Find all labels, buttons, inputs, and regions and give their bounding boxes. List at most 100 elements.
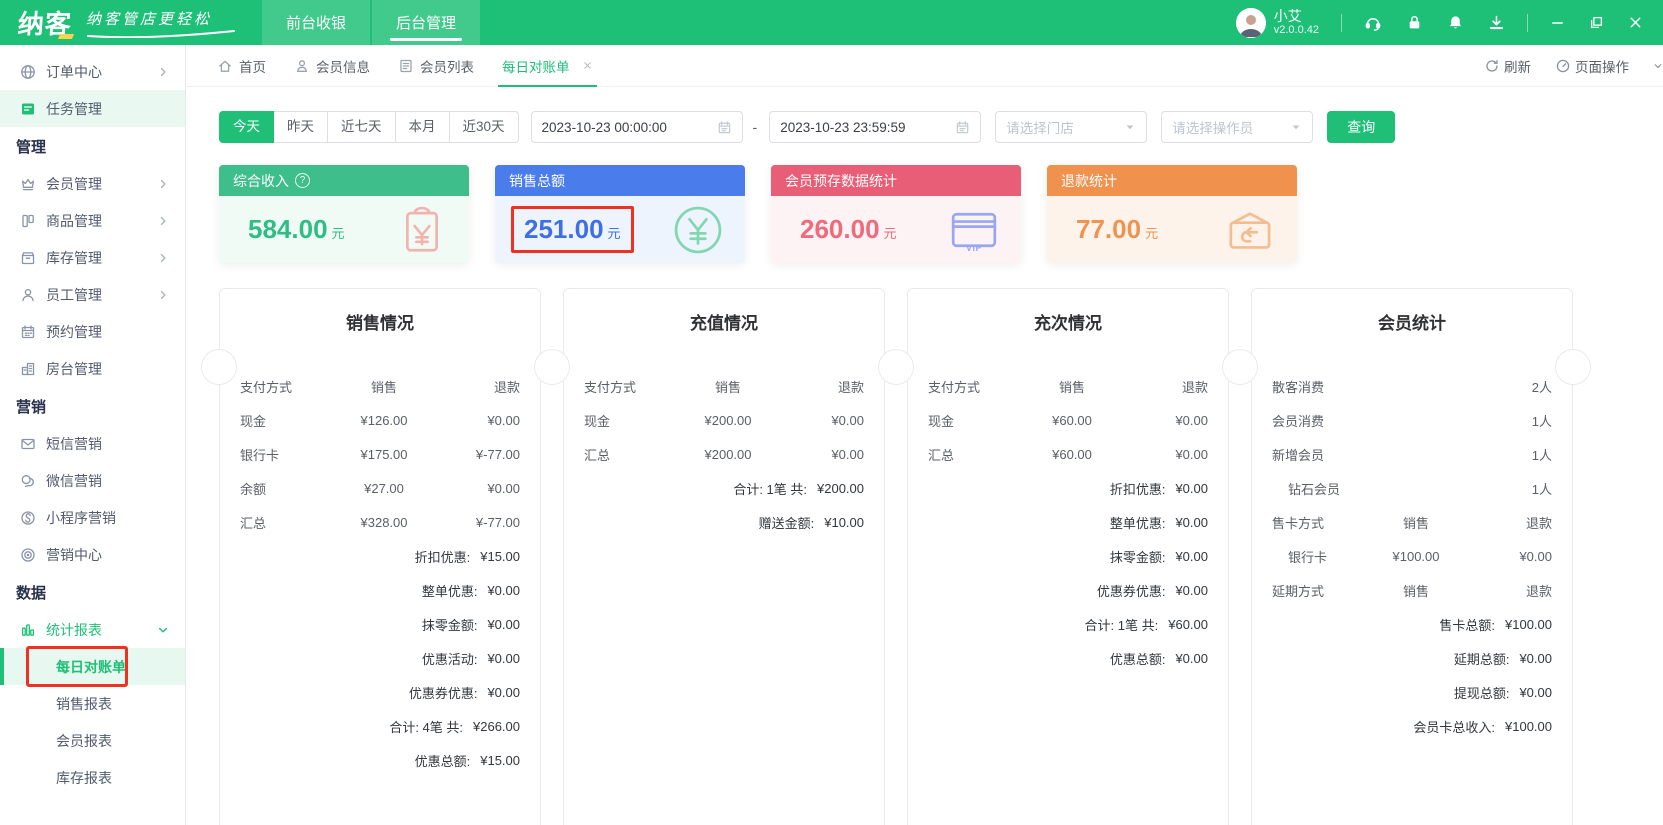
download-button[interactable] xyxy=(1488,14,1505,31)
topbar-nav-tab[interactable]: 前台收银 xyxy=(262,0,371,45)
tab[interactable]: 会员信息 xyxy=(294,45,370,87)
panel-summary-row: 合计: 4笔 共: ¥266.00 xyxy=(389,718,520,735)
sidebar-subitem[interactable]: 每日对账单 xyxy=(0,646,185,687)
panel-row: 现金 ¥126.00 ¥0.00 xyxy=(240,412,520,429)
calendar-icon xyxy=(717,120,732,135)
brand: 纳客 纳客管店更轻松 xyxy=(0,4,236,41)
panel-notch xyxy=(201,349,237,385)
date-from-input[interactable]: 2023-10-23 00:00:00 xyxy=(530,111,743,143)
circle-yen-icon xyxy=(671,203,725,257)
chart-icon xyxy=(20,622,36,638)
help-icon[interactable]: ? xyxy=(295,173,310,188)
sidebar-section: 数据 xyxy=(16,584,47,602)
more-icon[interactable] xyxy=(1653,60,1663,72)
sidebar-item[interactable]: 员工管理 xyxy=(0,276,185,313)
task-icon xyxy=(20,101,36,117)
tab[interactable]: 每日对账单 xyxy=(498,45,596,87)
minimize-button[interactable] xyxy=(1550,15,1565,30)
topbar: 纳客 纳客管店更轻松 前台收银 后台管理 小艾 v2.0.0.42 xyxy=(0,0,1663,45)
sidebar-item[interactable]: 商品管理 xyxy=(0,202,185,239)
topbar-nav-tab[interactable]: 后台管理 xyxy=(372,0,481,45)
panel-row: 现金 ¥60.00 ¥0.00 xyxy=(928,412,1208,429)
user-name: 小艾 xyxy=(1273,8,1302,25)
topbar-right: 小艾 v2.0.0.42 xyxy=(1235,7,1663,38)
sidebar-item[interactable]: 短信营销 xyxy=(0,425,185,462)
panel-row: 钻石会员 1人 xyxy=(1288,481,1552,497)
sidebar-item[interactable]: 房台管理 xyxy=(0,350,185,387)
quick-range-button[interactable]: 近30天 xyxy=(448,111,519,143)
gauge-action[interactable]: 页面操作 xyxy=(1555,56,1629,76)
app-version: v2.0.0.42 xyxy=(1273,24,1319,37)
sidebar-item[interactable]: 统计报表 xyxy=(0,611,185,648)
sidebar-item[interactable]: 任务管理 xyxy=(0,90,185,127)
sidebar-item[interactable]: 小程序营销 xyxy=(0,499,185,536)
quick-range-button[interactable]: 近七天 xyxy=(327,111,396,143)
panel-summary-row: 优惠活动: ¥0.00 xyxy=(421,650,520,667)
sidebar-subitem[interactable]: 销售报表 xyxy=(0,685,185,722)
annotation-box xyxy=(26,646,128,687)
chevron-down-icon xyxy=(1290,121,1302,133)
tab[interactable]: 会员列表 xyxy=(398,45,474,87)
panel-notch xyxy=(878,349,914,385)
sidebar-subitem[interactable]: 会员报表 xyxy=(0,722,185,759)
sidebar-subitem[interactable]: 库存报表 xyxy=(0,759,185,796)
panel-summary-row: 赠送金额: ¥10.00 xyxy=(758,514,864,531)
close-button[interactable] xyxy=(1628,15,1643,30)
sidebar-item[interactable]: 订单中心 xyxy=(0,53,185,90)
swoosh-underline xyxy=(87,29,236,38)
headset-button[interactable] xyxy=(1364,14,1382,32)
app-logo: 纳客 xyxy=(17,4,74,41)
panel-summary-row: 延期总额: ¥0.00 xyxy=(1453,650,1552,667)
avatar xyxy=(1235,7,1266,38)
content: 今天 昨天 近七天 本月 近30天 2023-10-23 00:00:00 - 2023… xyxy=(187,87,1663,825)
lock-button[interactable] xyxy=(1406,14,1423,31)
maximize-button[interactable] xyxy=(1589,15,1604,30)
wallet-return-icon xyxy=(1223,203,1277,257)
close-icon xyxy=(1628,15,1643,30)
stat-value: 77.00 元 xyxy=(1076,214,1159,244)
close-icon[interactable] xyxy=(582,60,593,71)
panel-notch xyxy=(1555,349,1591,385)
sidebar-item[interactable]: 微信营销 xyxy=(0,462,185,499)
panel-row: 银行卡 ¥175.00 ¥-77.00 xyxy=(240,446,520,463)
window-controls xyxy=(1550,15,1643,30)
panel-row: 延期方式 销售 退款 xyxy=(1272,583,1552,599)
home-icon xyxy=(217,58,233,74)
panel-summary-row: 抹零金额: ¥0.00 xyxy=(1109,548,1208,565)
chevron-right-icon xyxy=(157,178,169,190)
sidebar-item[interactable]: 预约管理 xyxy=(0,313,185,350)
panel-notch xyxy=(534,349,570,385)
refresh-action[interactable]: 刷新 xyxy=(1484,56,1531,76)
divider xyxy=(1341,13,1342,32)
bell-button[interactable] xyxy=(1447,14,1464,31)
target-icon xyxy=(20,547,36,563)
user-block[interactable]: 小艾 v2.0.0.42 xyxy=(1235,7,1319,38)
stat-card-title: 退款统计 xyxy=(1047,165,1297,196)
sidebar-section: 营销 xyxy=(16,398,47,416)
panel-summary-row: 折扣优惠: ¥15.00 xyxy=(414,548,520,565)
operator-select[interactable]: 请选择操作员 xyxy=(1161,111,1314,143)
quick-range-button[interactable]: 本月 xyxy=(394,111,450,143)
panel-summary-row: 整单优惠: ¥0.00 xyxy=(421,582,520,599)
stat-card-title: 会员预存数据统计 xyxy=(771,165,1021,196)
download-icon xyxy=(1488,14,1505,31)
quick-range-button[interactable]: 昨天 xyxy=(273,111,328,143)
store-select[interactable]: 请选择门店 xyxy=(995,111,1148,143)
stat-card: 综合收入? 584.00 元 xyxy=(219,165,469,263)
panel-row: 支付方式 销售 退款 xyxy=(584,379,864,395)
search-button[interactable]: 查询 xyxy=(1327,111,1396,143)
panel-title: 销售情况 xyxy=(346,314,414,333)
sidebar-item[interactable]: 库存管理 xyxy=(0,239,185,276)
tabbar-actions: 刷新 页面操作 xyxy=(1484,56,1663,76)
sidebar-item[interactable]: 会员管理 xyxy=(0,165,185,202)
date-to-input[interactable]: 2023-10-23 23:59:59 xyxy=(769,111,982,143)
sidebar-section: 管理 xyxy=(16,138,47,156)
headset-icon xyxy=(1364,14,1382,32)
sidebar-item[interactable]: 营销中心 xyxy=(0,536,185,573)
panel-summary-row: 合计: 1笔 共: ¥200.00 xyxy=(733,480,864,497)
quick-range-button[interactable]: 今天 xyxy=(219,111,274,143)
stat-value: 251.00 元 xyxy=(511,206,634,253)
tab[interactable]: 首页 xyxy=(217,45,266,87)
mail-icon xyxy=(20,436,36,452)
stat-value: 584.00 元 xyxy=(248,214,345,244)
